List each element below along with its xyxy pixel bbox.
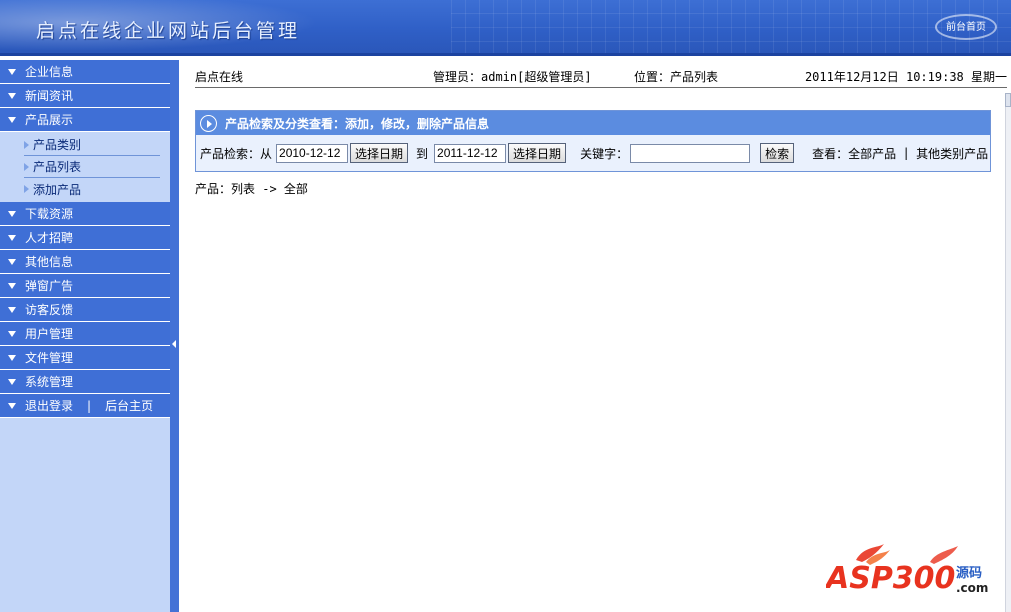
sidebar-item-system-management[interactable]: 系统管理	[0, 370, 170, 394]
datetime: 2011年12月12日 10:19:38 星期一	[804, 70, 1007, 84]
search-panel: 产品检索及分类查看：添加，修改，删除产品信息 产品检索：从 选择日期 到 选择日…	[195, 110, 991, 172]
submenu-item-label: 产品类别	[33, 138, 82, 152]
view-label: 查看：	[812, 146, 849, 161]
choose-to-date-button[interactable]: 选择日期	[508, 143, 567, 163]
from-date-input[interactable]	[276, 143, 349, 163]
sidebar-item-label: 弹窗广告	[25, 279, 74, 293]
sidebar-item-downloads[interactable]: 下载资源	[0, 202, 170, 226]
expand-arrow-icon	[8, 354, 16, 361]
submenu-item-label: 产品列表	[33, 160, 82, 174]
sidebar-item-logout-row: 退出登录 | 后台主页	[0, 394, 170, 418]
sidebar-item-other-info[interactable]: 其他信息	[0, 250, 170, 274]
sidebar-item-label: 人才招聘	[25, 231, 74, 245]
sidebar-item-label: 访客反馈	[25, 303, 74, 317]
keyword-label: 关键字：	[580, 146, 629, 161]
sidebar-item-company-info[interactable]: 企业信息	[0, 60, 170, 84]
circle-arrow-icon	[200, 114, 217, 132]
bullet-arrow-icon	[24, 185, 29, 193]
submenu-item-add-product[interactable]: 添加产品	[24, 178, 160, 200]
sidebar-item-recruitment[interactable]: 人才招聘	[0, 226, 170, 250]
sidebar-item-label: 产品展示	[25, 113, 74, 127]
watermark-suffix: 源码	[956, 565, 982, 581]
breadcrumb: 产品：列表 -> 全部	[195, 182, 308, 196]
expand-arrow-icon	[8, 402, 16, 409]
to-date-input[interactable]	[434, 143, 507, 163]
expand-arrow-icon	[8, 210, 16, 217]
scroll-up-button[interactable]	[1005, 93, 1011, 107]
search-label: 产品检索：从	[200, 146, 273, 161]
search-form: 产品检索：从 选择日期 到 选择日期 关键字： 检索 查看： 全部产品 | 其他…	[196, 135, 990, 171]
to-label: 到	[416, 146, 429, 161]
front-home-link[interactable]: 前台首页	[935, 14, 997, 40]
vertical-scrollbar[interactable]	[1005, 93, 1011, 612]
sidebar: 企业信息 新闻资讯 产品展示 产品类别 产品列表 添加产品 下载资源 人才招聘 …	[0, 60, 170, 612]
location-info: 位置：产品列表	[634, 70, 719, 84]
expand-arrow-icon	[8, 92, 16, 99]
keyword-input[interactable]	[630, 143, 751, 163]
submenu-item-product-category[interactable]: 产品类别	[24, 134, 160, 156]
expand-arrow-icon	[8, 116, 16, 123]
expand-arrow-icon	[8, 68, 16, 75]
collapse-arrow-icon[interactable]	[172, 340, 176, 348]
header-grid-decoration	[451, 0, 1011, 56]
admin-home-link[interactable]: 后台主页	[105, 397, 153, 414]
info-bar: 启点在线 管理员：admin[超级管理员] 位置：产品列表 2011年12月12…	[195, 66, 1007, 88]
site-name: 启点在线	[195, 70, 244, 84]
sidebar-item-label: 新闻资讯	[25, 89, 74, 103]
app-title: 启点在线企业网站后台管理	[36, 20, 301, 42]
header-divider	[0, 53, 1011, 56]
view-separator: |	[904, 146, 909, 160]
sidebar-item-products[interactable]: 产品展示	[0, 108, 170, 132]
all-products-link[interactable]: 全部产品	[848, 145, 896, 162]
sidebar-item-user-management[interactable]: 用户管理	[0, 322, 170, 346]
main-content: 启点在线 管理员：admin[超级管理员] 位置：产品列表 2011年12月12…	[179, 60, 1011, 612]
admin-info: 管理员：admin[超级管理员]	[433, 70, 592, 84]
watermark-domain: .com	[956, 581, 988, 595]
choose-from-date-button[interactable]: 选择日期	[350, 143, 409, 163]
expand-arrow-icon	[8, 258, 16, 265]
sidebar-item-popup-ads[interactable]: 弹窗广告	[0, 274, 170, 298]
expand-arrow-icon	[8, 378, 16, 385]
other-category-products-link[interactable]: 其他类别产品	[916, 145, 988, 162]
panel-title: 产品检索及分类查看：添加，修改，删除产品信息	[225, 116, 490, 131]
expand-arrow-icon	[8, 330, 16, 337]
sidebar-item-label: 企业信息	[25, 65, 74, 79]
products-submenu: 产品类别 产品列表 添加产品	[0, 132, 170, 202]
sidebar-item-file-management[interactable]: 文件管理	[0, 346, 170, 370]
sidebar-item-label: 用户管理	[25, 327, 74, 341]
expand-arrow-icon	[8, 306, 16, 313]
sidebar-toggle-bar[interactable]	[170, 60, 179, 612]
sidebar-item-label: 文件管理	[25, 351, 74, 365]
expand-arrow-icon	[8, 282, 16, 289]
sidebar-item-news[interactable]: 新闻资讯	[0, 84, 170, 108]
panel-header: 产品检索及分类查看：添加，修改，删除产品信息	[196, 111, 990, 135]
sidebar-item-visitor-feedback[interactable]: 访客反馈	[0, 298, 170, 322]
expand-arrow-icon	[8, 234, 16, 241]
asp300-watermark-logo: ASP300 源码 .com	[826, 544, 988, 596]
submenu-item-product-list[interactable]: 产品列表	[24, 156, 160, 178]
sidebar-item-label: 下载资源	[25, 207, 74, 221]
page-header: 启点在线企业网站后台管理 前台首页	[0, 0, 1011, 56]
submenu-item-label: 添加产品	[33, 182, 82, 197]
sidebar-item-label: 其他信息	[25, 255, 74, 269]
sidebar-item-label: 系统管理	[25, 375, 74, 389]
bullet-arrow-icon	[24, 140, 29, 149]
watermark-brand: ASP300	[826, 561, 955, 596]
logout-separator: |	[87, 398, 92, 413]
bullet-arrow-icon	[24, 162, 29, 171]
search-button[interactable]: 检索	[760, 143, 795, 163]
logout-link[interactable]: 退出登录	[25, 397, 73, 414]
